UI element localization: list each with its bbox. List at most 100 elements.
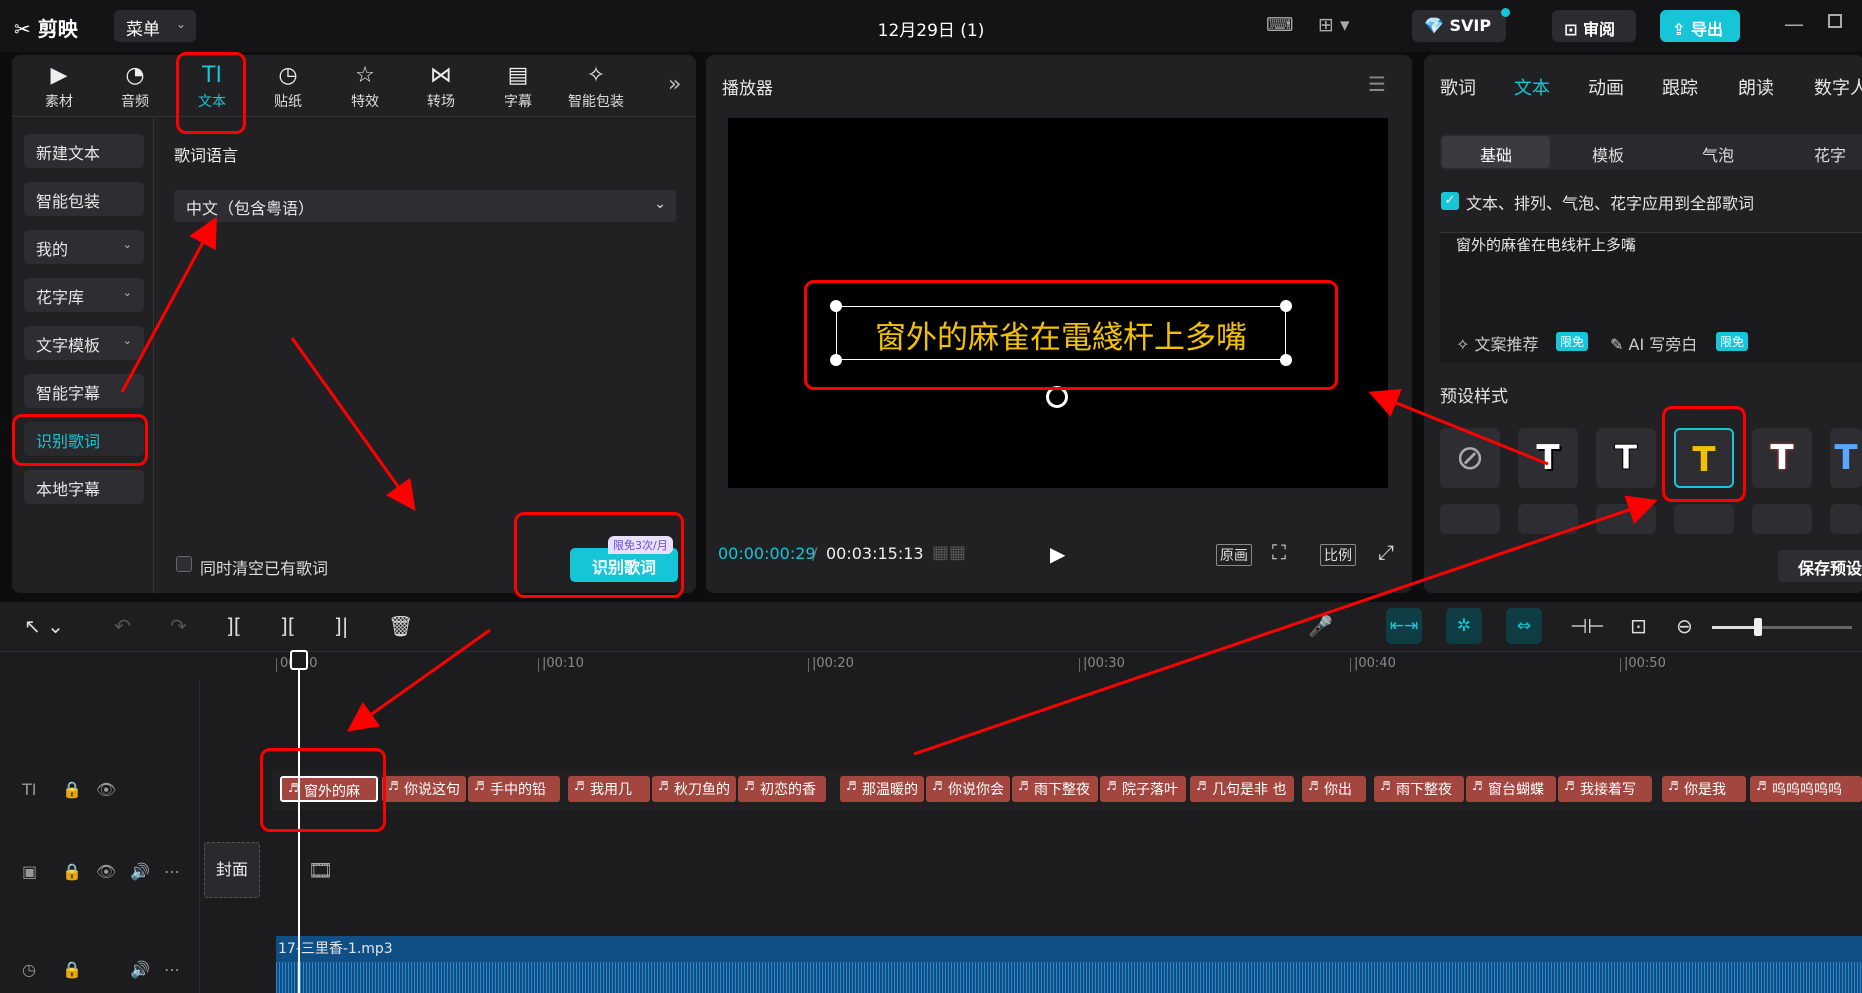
sidebar-item-smart-pack[interactable]: 智能包装 [24, 182, 144, 216]
speaker-icon[interactable]: 🔊 [130, 862, 150, 881]
sidebar-item-new-text[interactable]: 新建文本 [24, 134, 144, 168]
tab-transition[interactable]: ⋈ 转场 [410, 61, 472, 111]
ratio-button[interactable]: 比例 [1320, 544, 1356, 566]
tab-effects[interactable]: ☆ 特效 [334, 61, 396, 111]
eye-icon[interactable]: 👁 [96, 862, 116, 881]
svip-button[interactable]: 💎 SVIP [1412, 8, 1510, 42]
lyric-clip[interactable]: 窗台蝴蝶 [1466, 776, 1556, 802]
lock-icon[interactable]: 🔒 [62, 862, 82, 881]
lyric-clip[interactable]: 手中的铅 [468, 776, 560, 802]
tab-media[interactable]: ▶ 素材 [28, 61, 90, 111]
lyric-clip[interactable]: 我接着写 [1558, 776, 1652, 802]
play-icon[interactable]: ▶ [1050, 542, 1065, 566]
lyric-clip[interactable]: 初恋的香 [738, 776, 826, 802]
preset-row2-item[interactable] [1830, 504, 1862, 534]
lyric-clip[interactable]: 那温暖的 [840, 776, 924, 802]
ai-narration-button[interactable]: ✎ AI 写旁白 [1610, 331, 1697, 355]
sidebar-item-text-template[interactable]: 文字模板 ⌄ [24, 326, 144, 360]
lyric-clip[interactable]: 你说你会 [926, 776, 1010, 802]
split-screen-icon[interactable]: ⊣⊢ [1570, 614, 1605, 638]
eye-icon[interactable]: 👁 [96, 780, 116, 799]
lock-icon[interactable]: 🔒 [62, 780, 82, 799]
undo-icon[interactable]: ↶ [114, 614, 131, 638]
tab-digital-human[interactable]: 数字人 [1814, 74, 1862, 100]
trim-left-icon[interactable]: ][ [280, 614, 296, 638]
lock-icon[interactable]: 🔒 [62, 960, 82, 979]
subtab-basic[interactable]: 基础 [1480, 142, 1512, 166]
tab-animation[interactable]: 动画 [1588, 74, 1624, 100]
select-tool-icon[interactable]: ↖ ⌄ [24, 614, 64, 638]
playhead-handle[interactable] [290, 650, 308, 670]
sidebar-item-flower-text[interactable]: 花字库 ⌄ [24, 278, 144, 312]
preset-row2-item[interactable] [1440, 504, 1500, 534]
lyric-clip[interactable]: 我用几 [568, 776, 650, 802]
tab-sticker[interactable]: ◷ 贴纸 [257, 61, 319, 111]
maximize-icon[interactable] [1828, 14, 1842, 28]
no-style-icon[interactable]: ⊘ [1440, 428, 1500, 488]
lyric-clip[interactable]: 雨下整夜 [1374, 776, 1464, 802]
export-button[interactable]: ⇪ 导出 [1660, 10, 1740, 42]
timecode-grid-icon[interactable]: ▦▦ [932, 542, 966, 563]
preset-row2-item[interactable] [1518, 504, 1578, 534]
lyric-clip[interactable]: 你是我 [1662, 776, 1746, 802]
hamburger-icon[interactable]: ☰ [1368, 72, 1386, 96]
lyric-clip[interactable]: 几句是非 也 [1190, 776, 1294, 802]
fullscreen-icon[interactable]: ⤢ [1378, 540, 1394, 564]
speaker-icon[interactable]: 🔊 [130, 960, 150, 979]
clear-lyrics-checkbox[interactable] [176, 556, 192, 572]
cover-button[interactable]: 封面 [204, 842, 260, 898]
save-preset-button[interactable]: 保存预设 [1778, 550, 1862, 582]
auto-snap-icon[interactable]: ✲ [1446, 608, 1482, 644]
linkage-icon[interactable]: ⇔ [1506, 608, 1542, 644]
microphone-icon[interactable]: 🎤 [1308, 614, 1333, 638]
delete-icon[interactable]: 🗑 [388, 614, 413, 638]
preset-row2-item[interactable] [1752, 504, 1812, 534]
zoom-preview-icon[interactable]: ⛶ [1272, 540, 1286, 564]
split-icon[interactable]: ][ [226, 614, 242, 638]
zoom-slider-knob[interactable] [1754, 618, 1762, 636]
preset-white-black-stroke[interactable]: T [1518, 428, 1578, 488]
main-track-magnet-icon[interactable]: ⇤⇥ [1386, 608, 1422, 644]
lyric-clip[interactable]: 秋刀鱼的 [652, 776, 736, 802]
tab-lyrics[interactable]: 歌词 [1440, 74, 1476, 100]
tab-text-props[interactable]: 文本 [1514, 74, 1550, 100]
preset-row2-item[interactable] [1596, 504, 1656, 534]
preset-row2-item[interactable] [1674, 504, 1734, 534]
more-icon[interactable]: ⋯ [164, 960, 180, 979]
subtab-template[interactable]: 模板 [1592, 142, 1624, 166]
trim-right-icon[interactable]: ]| [334, 614, 349, 638]
lyric-clip[interactable]: 你说这句 [382, 776, 466, 802]
more-icon[interactable]: ⋯ [164, 862, 180, 881]
redo-icon[interactable]: ↷ [170, 614, 187, 638]
tab-audio[interactable]: ◔ 音频 [104, 61, 166, 111]
review-button[interactable]: ⊡ 审阅 [1552, 10, 1636, 42]
more-tabs-icon[interactable]: » [668, 72, 681, 97]
lyric-clip[interactable]: 你出 [1302, 776, 1366, 802]
preset-red-outline[interactable]: T [1752, 428, 1812, 488]
lyric-clip[interactable]: 呜呜呜呜呜 [1750, 776, 1862, 802]
layout-icon[interactable]: ⊞ ▾ [1318, 14, 1350, 36]
sidebar-item-mine[interactable]: 我的 ⌄ [24, 230, 144, 264]
lyric-language-select[interactable]: 中文（包含粤语） ⌄ [174, 190, 676, 222]
film-icon[interactable]: 🎞 [308, 858, 333, 882]
zoom-out-icon[interactable]: ⊖ [1676, 614, 1693, 638]
text-input-value[interactable]: 窗外的麻雀在电线杆上多嘴 [1456, 234, 1636, 255]
tab-subtitle[interactable]: ▤ 字幕 [487, 61, 549, 111]
preset-white-outline[interactable]: T [1596, 428, 1656, 488]
lyric-clip[interactable]: 院子落叶 [1100, 776, 1186, 802]
minimize-icon[interactable]: — [1784, 12, 1804, 36]
copy-recommend-button[interactable]: ✧ 文案推荐 [1456, 331, 1539, 355]
lyric-clip[interactable]: 雨下整夜 [1012, 776, 1098, 802]
shortcut-icon[interactable]: ⌨ [1266, 14, 1293, 36]
sidebar-item-local-subtitle[interactable]: 本地字幕 [24, 470, 144, 504]
tab-read-aloud[interactable]: 朗读 [1738, 74, 1774, 100]
subtab-flower[interactable]: 花字 [1814, 142, 1846, 166]
original-quality-button[interactable]: 原画 [1216, 544, 1252, 566]
sidebar-item-smart-subtitle[interactable]: 智能字幕 [24, 374, 144, 408]
apply-all-checkbox[interactable]: ✓ [1441, 192, 1459, 210]
preview-axis-icon[interactable]: ⊡ [1630, 614, 1647, 638]
subtab-bubble[interactable]: 气泡 [1702, 142, 1734, 166]
tab-smart-pack[interactable]: ✧ 智能包装 [560, 61, 632, 111]
tab-tracking[interactable]: 跟踪 [1662, 74, 1698, 100]
preset-blue[interactable]: T [1830, 428, 1862, 488]
